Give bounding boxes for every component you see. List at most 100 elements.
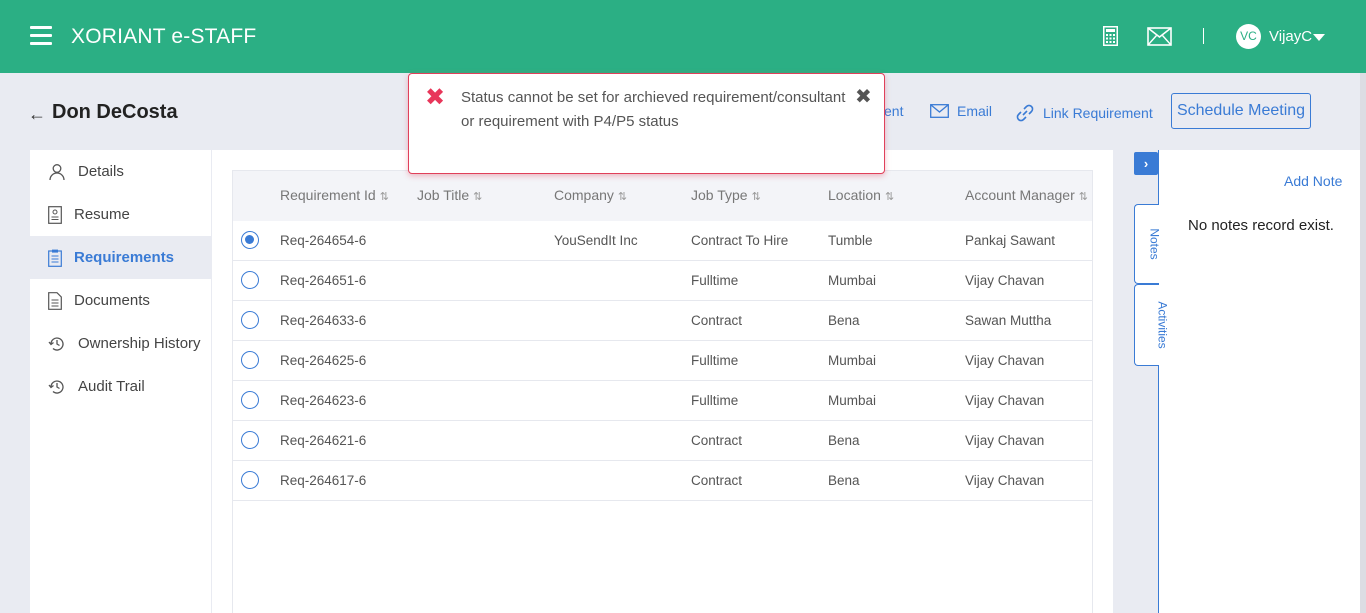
cell-req-id: Req-264625-6 xyxy=(280,353,367,368)
notes-empty-message: No notes record exist. xyxy=(1188,217,1334,234)
table-row[interactable]: Req-264617-6 Contract Bena Vijay Chavan xyxy=(233,461,1092,501)
link-icon xyxy=(1016,104,1034,122)
cell-job-type: Fulltime xyxy=(691,393,739,408)
menu-icon[interactable] xyxy=(30,26,52,46)
cell-location: Bena xyxy=(828,313,860,328)
sidebar-item-label: Details xyxy=(78,163,124,180)
cell-manager: Vijay Chavan xyxy=(965,273,1045,288)
close-icon[interactable]: ✖ xyxy=(855,86,872,108)
partial-link-label: ent xyxy=(884,103,904,119)
cell-location: Bena xyxy=(828,433,860,448)
sidebar-item-resume[interactable]: Resume xyxy=(30,193,211,236)
sidebar-item-label: Audit Trail xyxy=(78,378,145,395)
cell-req-id: Req-264621-6 xyxy=(280,433,367,448)
requirements-table: Requirement Id ⇅ Job Title ⇅ Company ⇅ Job … xyxy=(232,170,1093,613)
cell-manager: Sawan Muttha xyxy=(965,313,1052,328)
history-icon xyxy=(48,379,64,394)
sidebar-item-audit-trail[interactable]: Audit Trail xyxy=(30,365,211,408)
error-toast: ✖ Status cannot be set for archieved req… xyxy=(408,73,885,174)
tab-activities[interactable]: Activities xyxy=(1134,284,1170,366)
table-row[interactable]: Req-264625-6 Fulltime Mumbai Vijay Chava… xyxy=(233,341,1092,381)
sidebar-item-details[interactable]: Details xyxy=(30,150,211,193)
table-row[interactable]: Req-264621-6 Contract Bena Vijay Chavan xyxy=(233,421,1092,461)
user-icon xyxy=(49,163,65,180)
cell-manager: Vijay Chavan xyxy=(965,473,1045,488)
cell-manager: Vijay Chavan xyxy=(965,433,1045,448)
resume-icon xyxy=(48,205,62,224)
cell-manager: Vijay Chavan xyxy=(965,393,1045,408)
cell-req-id: Req-264617-6 xyxy=(280,473,367,488)
sidebar-item-label: Requirements xyxy=(74,249,175,266)
cell-location: Mumbai xyxy=(828,353,877,368)
sidebar-item-requirements[interactable]: Requirements xyxy=(30,236,211,279)
top-bar: XORIANT e-STAFF VC VijayC xyxy=(0,0,1366,73)
email-link[interactable]: Email xyxy=(930,103,992,119)
cell-req-id: Req-264654-6 xyxy=(280,233,367,248)
mail-icon[interactable] xyxy=(1147,27,1172,46)
schedule-meeting-button[interactable]: Schedule Meeting xyxy=(1171,93,1311,129)
calculator-icon[interactable] xyxy=(1103,26,1118,46)
tab-notes[interactable]: Notes xyxy=(1134,204,1162,284)
column-header-job-type[interactable]: Job Type ⇅ xyxy=(691,187,761,203)
sidebar-item-documents[interactable]: Documents xyxy=(30,279,211,322)
partial-link[interactable]: ent xyxy=(884,103,903,119)
sidebar-item-label: Ownership History xyxy=(78,335,201,352)
sidebar-item-label: Documents xyxy=(74,292,150,309)
row-radio[interactable] xyxy=(241,471,259,489)
cell-location: Mumbai xyxy=(828,393,877,408)
document-icon xyxy=(48,291,62,310)
add-note-link[interactable]: Add Note xyxy=(1284,173,1342,189)
column-header-account-manager[interactable]: Account Manager ⇅ xyxy=(965,187,1088,203)
cell-job-type: Fulltime xyxy=(691,353,739,368)
row-radio[interactable] xyxy=(241,351,259,369)
cell-job-type: Contract xyxy=(691,313,743,328)
avatar[interactable]: VC xyxy=(1236,24,1261,49)
email-link-label: Email xyxy=(957,103,993,119)
table-row[interactable]: Req-264623-6 Fulltime Mumbai Vijay Chava… xyxy=(233,381,1092,421)
table-row[interactable]: Req-264654-6 YouSendIt Inc Contract To H… xyxy=(233,221,1092,261)
sidebar: Details Resume Requirements Documents Ow… xyxy=(30,150,211,613)
tab-notes-label: Notes xyxy=(1147,228,1162,260)
cell-req-id: Req-264623-6 xyxy=(280,393,367,408)
mail-icon xyxy=(930,104,949,118)
row-radio[interactable] xyxy=(241,391,259,409)
cell-manager: Vijay Chavan xyxy=(965,353,1045,368)
tab-activities-label: Activities xyxy=(1155,301,1170,349)
cell-job-type: Contract xyxy=(691,433,743,448)
cell-location: Mumbai xyxy=(828,273,877,288)
row-radio[interactable] xyxy=(241,431,259,449)
column-header-location[interactable]: Location ⇅ xyxy=(828,187,894,203)
table-header: Requirement Id ⇅ Job Title ⇅ Company ⇅ Job … xyxy=(233,171,1092,221)
chevron-right-icon[interactable]: › xyxy=(1134,152,1158,175)
cell-job-type: Contract To Hire xyxy=(691,233,789,248)
history-icon xyxy=(48,336,64,351)
page-title: Don DeCosta xyxy=(52,101,178,123)
column-header-requirement-id[interactable]: Requirement Id ⇅ xyxy=(280,187,389,203)
cell-req-id: Req-264651-6 xyxy=(280,273,367,288)
column-header-job-title[interactable]: Job Title ⇅ xyxy=(417,187,482,203)
table-row[interactable]: Req-264633-6 Contract Bena Sawan Muttha xyxy=(233,301,1092,341)
cell-req-id: Req-264633-6 xyxy=(280,313,367,328)
cell-job-type: Fulltime xyxy=(691,273,739,288)
link-requirement-link[interactable]: Link Requirement xyxy=(1015,103,1153,123)
cell-location: Bena xyxy=(828,473,860,488)
row-radio[interactable] xyxy=(241,311,259,329)
cell-location: Tumble xyxy=(828,233,873,248)
chevron-down-icon[interactable] xyxy=(1313,34,1325,41)
column-header-company[interactable]: Company ⇅ xyxy=(554,187,627,203)
clipboard-icon xyxy=(48,249,62,267)
row-radio[interactable] xyxy=(241,271,259,289)
page-scrollbar[interactable] xyxy=(1360,73,1366,613)
cell-company: YouSendIt Inc xyxy=(554,233,638,248)
error-icon: ✖ xyxy=(425,84,446,111)
sidebar-item-label: Resume xyxy=(74,206,130,223)
cell-manager: Pankaj Sawant xyxy=(965,233,1056,248)
row-radio[interactable] xyxy=(241,231,259,249)
username[interactable]: VijayC xyxy=(1269,28,1312,45)
sidebar-item-ownership-history[interactable]: Ownership History xyxy=(30,322,211,365)
app-brand: XORIANT e-STAFF xyxy=(71,25,257,48)
table-row[interactable]: Req-264651-6 Fulltime Mumbai Vijay Chava… xyxy=(233,261,1092,301)
requirements-panel: Requirement Id ⇅ Job Title ⇅ Company ⇅ Job … xyxy=(212,150,1113,613)
link-requirement-label: Link Requirement xyxy=(1043,105,1153,121)
back-arrow-icon[interactable]: ← xyxy=(28,104,46,125)
